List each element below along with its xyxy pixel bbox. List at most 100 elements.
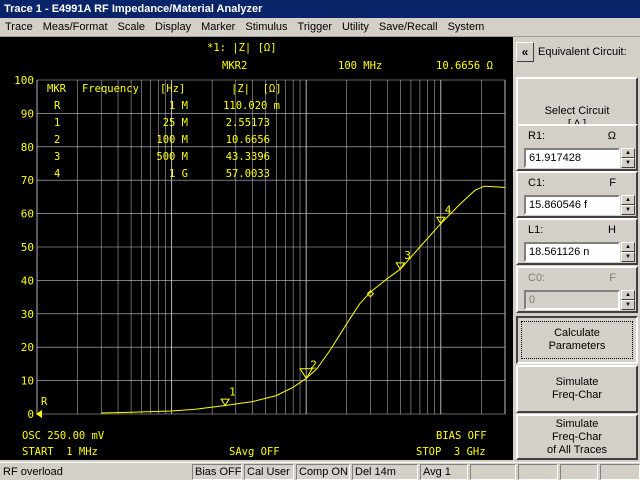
marker-table-header-mkr: MKR	[47, 83, 66, 95]
marker-label: 3	[404, 249, 411, 262]
c0-label: C0:	[528, 272, 546, 284]
marker-table-header-frequency: Frequency	[82, 83, 139, 95]
measurement-display[interactable]: 0 10 20 30 40 50 60 70 80 90 100 1 2 3 4 *1: |Z| [Ω] M…	[0, 37, 513, 460]
stop-frequency: STOP 3 GHz	[416, 446, 486, 458]
y-tick-label: 30	[21, 308, 34, 321]
select-circuit-label: Select Circuit	[544, 104, 610, 117]
c1-field[interactable]: 15.860546 f	[524, 195, 620, 215]
l1-unit: H	[608, 224, 616, 236]
all-traces-label: of All Traces	[547, 443, 607, 456]
marker-row-label: 2	[54, 134, 61, 146]
marker-triangle	[220, 398, 231, 407]
y-tick-label: 0	[27, 408, 34, 421]
status-bar: RF overload Bias OFF Cal User Comp ON De…	[0, 462, 640, 480]
spin-up-icon[interactable]: ▲	[621, 242, 635, 252]
simulate-freq-char-button[interactable]: Simulate Freq-Char	[516, 365, 638, 413]
spin-down-icon: ▼	[621, 300, 635, 310]
sweep-average: SAvg OFF	[229, 446, 280, 458]
menu-display[interactable]: Display	[150, 21, 196, 33]
marker-row-label: 3	[54, 151, 61, 163]
y-tick-label: 10	[21, 375, 34, 388]
marker-label: 2	[310, 358, 317, 371]
status-empty-3	[560, 464, 598, 480]
status-message: RF overload	[3, 466, 63, 478]
marker-row-value: 110.020 m	[223, 100, 280, 112]
marker-table-header-unit: [Hz]	[160, 83, 186, 95]
menu-trace[interactable]: Trace	[0, 21, 38, 33]
status-comp: Comp ON	[296, 464, 350, 480]
y-tick-label: 70	[21, 174, 34, 187]
osc-level: OSC 250.00 mV	[22, 430, 105, 442]
trace-header: *1: |Z| [Ω]	[207, 42, 277, 54]
marker-row-label: 4	[54, 168, 61, 180]
spin-down-icon[interactable]: ▼	[621, 252, 635, 262]
status-cal: Cal User	[244, 464, 294, 480]
reference-marker-label: R	[41, 396, 48, 408]
marker-label: 1	[229, 385, 236, 398]
back-chevron-icon[interactable]: «	[516, 42, 534, 62]
active-marker-label: MKR2	[222, 60, 248, 72]
menu-bar: Trace Meas/Format Scale Display Marker S…	[0, 18, 640, 37]
start-frequency: START 1 MHz	[22, 446, 98, 458]
spin-up-icon[interactable]: ▲	[621, 195, 635, 205]
l1-spinner[interactable]: ▲ ▼	[621, 242, 635, 262]
status-average: Avg 1	[420, 464, 468, 480]
l1-field[interactable]: 18.561126 n	[524, 242, 620, 262]
r1-spinner[interactable]: ▲ ▼	[621, 148, 635, 168]
active-marker-value: 10.6656 Ω	[436, 60, 493, 72]
spin-up-icon: ▲	[621, 290, 635, 300]
window-title: Trace 1 - E4991A RF Impedance/Material A…	[0, 0, 640, 18]
r1-unit: Ω	[607, 130, 616, 142]
marker-row-frequency: 1 G	[169, 168, 188, 180]
simulate-label: Simulate	[555, 376, 599, 388]
r1-label: R1:	[528, 130, 546, 142]
menu-marker[interactable]: Marker	[196, 21, 240, 33]
spin-down-icon[interactable]: ▼	[621, 205, 635, 215]
menu-system[interactable]: System	[443, 21, 490, 33]
marker-table-header-z: |Z| [Ω]	[231, 83, 282, 95]
freq-char-label: Freq-Char	[551, 389, 603, 401]
calculate-label: Calculate	[554, 327, 600, 339]
status-empty-4	[600, 464, 640, 480]
simulate-label: Simulate	[555, 417, 599, 430]
panel-title: Equivalent Circuit:	[538, 46, 627, 58]
marker-row-label: R	[54, 100, 61, 112]
menu-utility[interactable]: Utility	[337, 21, 374, 33]
freq-char-label: Freq-Char	[551, 430, 603, 443]
c0-unit: F	[609, 272, 616, 284]
c1-parameter: C1: F 15.860546 f ▲ ▼	[516, 171, 638, 218]
spin-up-icon[interactable]: ▲	[621, 148, 635, 158]
c1-spinner[interactable]: ▲ ▼	[621, 195, 635, 215]
l1-parameter: L1: H 18.561126 n ▲ ▼	[516, 218, 638, 265]
r1-parameter: R1: Ω 61.917428 ▲ ▼	[516, 124, 638, 171]
marker-row-frequency: 25 M	[162, 117, 188, 129]
menu-scale[interactable]: Scale	[113, 21, 151, 33]
analyzer-window: Trace 1 - E4991A RF Impedance/Material A…	[0, 0, 640, 480]
c0-parameter: C0: F 0 ▲ ▼	[516, 266, 638, 313]
simulate-all-traces-button[interactable]: Simulate Freq-Char of All Traces	[516, 414, 638, 460]
y-tick-label: 50	[21, 241, 34, 254]
marker-row-value: 57.0033	[225, 168, 270, 180]
marker-row-value: 10.6656	[225, 134, 270, 146]
menu-save-recall[interactable]: Save/Recall	[374, 21, 443, 33]
c0-field: 0	[524, 290, 620, 310]
r1-field[interactable]: 61.917428	[524, 148, 620, 168]
active-marker-frequency: 100 MHz	[338, 60, 383, 72]
marker-row-frequency: 100 M	[156, 134, 188, 146]
c0-spinner: ▲ ▼	[621, 290, 635, 310]
status-empty-1	[470, 464, 516, 480]
marker-row-label: 1	[54, 117, 61, 129]
spin-down-icon[interactable]: ▼	[621, 158, 635, 168]
c1-unit: F	[609, 177, 616, 189]
bias-status: BIAS OFF	[436, 430, 487, 442]
menu-stimulus[interactable]: Stimulus	[240, 21, 292, 33]
marker-label: 4	[445, 204, 452, 217]
menu-meas-format[interactable]: Meas/Format	[38, 21, 113, 33]
y-tick-label: 80	[21, 141, 34, 154]
marker-row-frequency: 1 M	[169, 100, 188, 112]
menu-trigger[interactable]: Trigger	[293, 21, 337, 33]
panel-header: « Equivalent Circuit:	[516, 41, 638, 63]
calculate-parameters-button[interactable]: Calculate Parameters	[516, 316, 638, 364]
status-empty-2	[518, 464, 558, 480]
l1-label: L1:	[528, 224, 544, 236]
